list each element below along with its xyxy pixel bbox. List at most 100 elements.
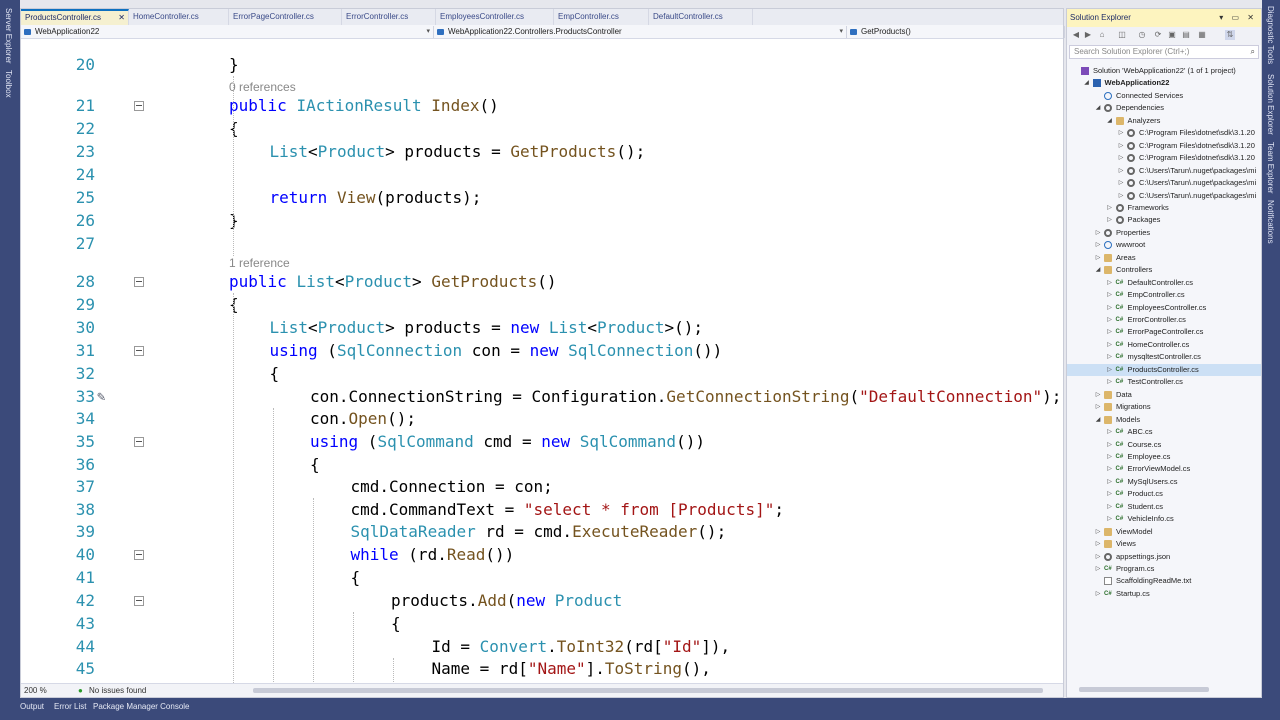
expanded-arrow-icon[interactable]: ◢ [1083, 77, 1091, 89]
tree-node[interactable]: ◢ Dependencies [1067, 102, 1261, 114]
tree-node[interactable]: ◢ WebApplication22 [1067, 77, 1261, 89]
collapse-all-icon[interactable]: ▣ [1167, 30, 1177, 40]
member-dropdown[interactable]: GetProducts() [847, 26, 1065, 38]
tree-node[interactable]: ▷ Properties [1067, 227, 1261, 239]
tree-node[interactable]: ▷ C# ErrorViewModel.cs [1067, 463, 1261, 475]
code-line[interactable]: 28 public List<Product> GetProducts() [21, 271, 1063, 293]
tree-node[interactable]: ▷ C:\Program Files\dotnet\sdk\3.1.20 [1067, 127, 1261, 139]
tree-node[interactable]: ▷ C:\Users\Tarun\.nuget\packages\mi [1067, 165, 1261, 177]
code-line[interactable]: 43 { [21, 613, 1063, 635]
class-dropdown[interactable]: WebApplication22.Controllers.ProductsCon… [434, 26, 847, 38]
collapsed-arrow-icon[interactable]: ▷ [1117, 190, 1125, 202]
tree-node[interactable]: ▷ C# EmpController.cs [1067, 289, 1261, 301]
collapsed-arrow-icon[interactable]: ▷ [1106, 451, 1114, 463]
code-line[interactable]: 20} [21, 54, 1063, 76]
brush-icon[interactable]: ✎ [97, 386, 105, 408]
tree-node[interactable]: ▷ C:\Program Files\dotnet\sdk\3.1.20 [1067, 140, 1261, 152]
expanded-arrow-icon[interactable]: ◢ [1094, 414, 1102, 426]
server-explorer-tab[interactable]: Server Explorer [4, 8, 13, 64]
project-dropdown[interactable]: WebApplication22 ▾ [21, 26, 434, 38]
expanded-arrow-icon[interactable]: ◢ [1106, 115, 1114, 127]
tree-node[interactable]: ▷ C# ABC.cs [1067, 426, 1261, 438]
tree-node[interactable]: ▷ C# Product.cs [1067, 488, 1261, 500]
code-line[interactable]: 29{ [21, 294, 1063, 316]
tree-node[interactable]: ▷ Views [1067, 538, 1261, 550]
tree-node[interactable]: ▷ C# Course.cs [1067, 439, 1261, 451]
collapsed-arrow-icon[interactable]: ▷ [1094, 551, 1102, 563]
collapsed-arrow-icon[interactable]: ▷ [1094, 563, 1102, 575]
collapsed-arrow-icon[interactable]: ▷ [1117, 127, 1125, 139]
code-line[interactable]: 23 List<Product> products = GetProducts()… [21, 141, 1063, 163]
zoom-level[interactable]: 200 % [24, 684, 47, 697]
code-line[interactable]: 38 cmd.CommandText = "select * from [Prod… [21, 499, 1063, 521]
collapse-icon[interactable] [134, 550, 144, 560]
tree-node[interactable]: ▷ C:\Users\Tarun\.nuget\packages\mi [1067, 177, 1261, 189]
collapsed-arrow-icon[interactable]: ▷ [1106, 488, 1114, 500]
collapsed-arrow-icon[interactable]: ▷ [1106, 364, 1114, 376]
tree-node[interactable]: ▷ Packages [1067, 214, 1261, 226]
collapsed-arrow-icon[interactable]: ▷ [1106, 339, 1114, 351]
code-line[interactable]: 33 ✎ con.ConnectionString = Configuration.… [21, 386, 1063, 408]
collapsed-arrow-icon[interactable]: ▷ [1106, 513, 1114, 525]
collapsed-arrow-icon[interactable]: ▷ [1106, 439, 1114, 451]
collapse-icon[interactable] [134, 277, 144, 287]
forward-icon[interactable]: ▶ [1083, 30, 1093, 40]
code-line[interactable]: 22{ [21, 118, 1063, 140]
code-line[interactable]: 31 using (SqlConnection con = new SqlConn… [21, 340, 1063, 362]
output-tab[interactable]: Output [20, 702, 44, 711]
code-line[interactable]: 35 using (SqlCommand cmd = new SqlCommand… [21, 431, 1063, 453]
scroll-thumb[interactable] [1079, 687, 1209, 692]
collapsed-arrow-icon[interactable]: ▷ [1117, 177, 1125, 189]
collapsed-arrow-icon[interactable]: ▷ [1094, 389, 1102, 401]
collapsed-arrow-icon[interactable]: ▷ [1117, 165, 1125, 177]
panel-window-buttons[interactable]: ▾ ▭ ✕ [1219, 9, 1257, 27]
collapsed-arrow-icon[interactable]: ▷ [1106, 476, 1114, 488]
history-icon[interactable]: ◷ [1137, 30, 1147, 40]
code-line[interactable]: 44 Id = Convert.ToInt32(rd["Id"]), [21, 636, 1063, 658]
code-line[interactable]: 41 { [21, 567, 1063, 589]
collapsed-arrow-icon[interactable]: ▷ [1094, 252, 1102, 264]
collapsed-arrow-icon[interactable]: ▷ [1106, 277, 1114, 289]
tree-node[interactable]: ▷ C# ErrorPageController.cs [1067, 326, 1261, 338]
code-line[interactable]: 45 Name = rd["Name"].ToString(), [21, 658, 1063, 680]
collapse-icon[interactable] [134, 101, 144, 111]
issues-status[interactable]: No issues found [89, 684, 146, 697]
collapsed-arrow-icon[interactable]: ▷ [1106, 426, 1114, 438]
collapsed-arrow-icon[interactable]: ▷ [1117, 152, 1125, 164]
back-icon[interactable]: ◀ [1071, 30, 1081, 40]
tree-node[interactable]: ▷ C# MySqlUsers.cs [1067, 476, 1261, 488]
tree-node[interactable]: ▷ C# ErrorController.cs [1067, 314, 1261, 326]
tree-node[interactable]: ▷ C# Student.cs [1067, 501, 1261, 513]
show-all-icon[interactable]: ▤ [1181, 30, 1191, 40]
collapse-icon[interactable] [134, 596, 144, 606]
tree-node[interactable]: ▷ Frameworks [1067, 202, 1261, 214]
code-line[interactable]: 34 con.Open(); [21, 408, 1063, 430]
tree-horizontal-scrollbar[interactable] [1071, 687, 1259, 692]
sync-icon[interactable]: ⟳ [1153, 30, 1163, 40]
collapsed-arrow-icon[interactable]: ▷ [1106, 463, 1114, 475]
collapsed-arrow-icon[interactable]: ▷ [1106, 351, 1114, 363]
tab-defaultcontroller[interactable]: DefaultController.cs [649, 9, 753, 25]
code-line[interactable]: 42 products.Add(new Product [21, 590, 1063, 612]
codelens-references[interactable]: 1 reference [229, 254, 290, 272]
error-list-tab[interactable]: Error List [54, 702, 86, 711]
preview-icon[interactable]: ⇅ [1225, 30, 1235, 40]
code-line[interactable]: 21 public IActionResult Index() [21, 95, 1063, 117]
tree-node[interactable]: Connected Services [1067, 90, 1261, 102]
tree-node[interactable]: ▷ C# Employee.cs [1067, 451, 1261, 463]
tab-errorpagecontroller[interactable]: ErrorPageController.cs [229, 9, 342, 25]
collapsed-arrow-icon[interactable]: ▷ [1106, 314, 1114, 326]
switch-views-icon[interactable]: ◫ [1117, 30, 1127, 40]
tree-node[interactable]: ▷ C# HomeController.cs [1067, 339, 1261, 351]
tree-node[interactable]: ▷ C# TestController.cs [1067, 376, 1261, 388]
notifications-tab[interactable]: Notifications [1266, 200, 1275, 244]
expanded-arrow-icon[interactable]: ◢ [1094, 102, 1102, 114]
collapsed-arrow-icon[interactable]: ▷ [1094, 538, 1102, 550]
code-line[interactable]: 30 List<Product> products = new List<Prod… [21, 317, 1063, 339]
team-explorer-tab[interactable]: Team Explorer [1266, 142, 1275, 194]
properties-icon[interactable]: ▦ [1197, 30, 1207, 40]
collapsed-arrow-icon[interactable]: ▷ [1094, 401, 1102, 413]
expanded-arrow-icon[interactable]: ◢ [1094, 264, 1102, 276]
tree-node[interactable]: ▷ C# ProductsController.cs [1067, 363, 1261, 376]
code-line[interactable]: 37 cmd.Connection = con; [21, 476, 1063, 498]
